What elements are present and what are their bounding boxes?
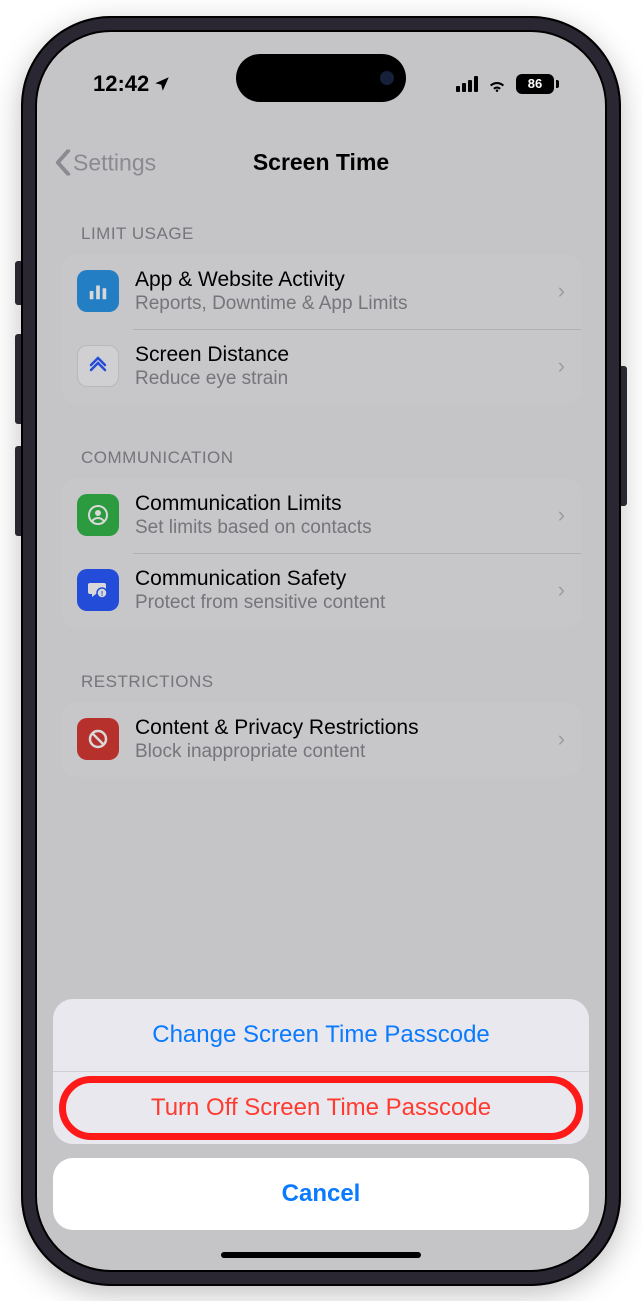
chevron-left-icon: [55, 150, 71, 176]
chevron-right-icon: ›: [558, 577, 565, 603]
page-title: Screen Time: [253, 149, 389, 176]
back-label: Settings: [73, 149, 156, 176]
location-icon: [153, 75, 171, 93]
row-screen-distance[interactable]: Screen Distance Reduce eye strain ›: [61, 329, 581, 404]
battery-indicator: 86: [516, 74, 559, 94]
row-title: App & Website Activity: [135, 268, 542, 292]
turn-off-label: Turn Off Screen Time Passcode: [151, 1094, 491, 1121]
cancel-button[interactable]: Cancel: [53, 1158, 589, 1230]
action-sheet: Change Screen Time Passcode Turn Off Scr…: [37, 999, 605, 1270]
battery-level: 86: [516, 74, 554, 94]
section-header-usage: LIMIT USAGE: [61, 224, 581, 254]
status-time: 12:42: [93, 71, 149, 97]
row-title: Communication Safety: [135, 567, 542, 591]
chevron-right-icon: ›: [558, 502, 565, 528]
section-usage: App & Website Activity Reports, Downtime…: [61, 254, 581, 404]
section-header-communication: COMMUNICATION: [61, 448, 581, 478]
back-button[interactable]: Settings: [55, 149, 156, 176]
row-subtitle: Set limits based on contacts: [135, 517, 542, 539]
row-content-restrictions[interactable]: Content & Privacy Restrictions Block ina…: [61, 702, 581, 777]
row-subtitle: Block inappropriate content: [135, 741, 542, 763]
row-app-activity[interactable]: App & Website Activity Reports, Downtime…: [61, 254, 581, 329]
section-header-restrictions: RESTRICTIONS: [61, 672, 581, 702]
volume-up: [15, 334, 21, 424]
svg-text:!: !: [101, 591, 103, 598]
no-entry-icon: [77, 718, 119, 760]
screen: 12:42 86 Settings Screen Time LIMIT U: [35, 30, 607, 1272]
row-subtitle: Protect from sensitive content: [135, 592, 542, 614]
ringer-switch: [15, 261, 21, 305]
row-title: Screen Distance: [135, 343, 542, 367]
home-indicator[interactable]: [221, 1252, 421, 1258]
distance-icon: [77, 345, 119, 387]
row-subtitle: Reports, Downtime & App Limits: [135, 293, 542, 315]
contact-icon: [77, 494, 119, 536]
chevron-right-icon: ›: [558, 278, 565, 304]
section-communication: Communication Limits Set limits based on…: [61, 478, 581, 628]
row-title: Content & Privacy Restrictions: [135, 716, 542, 740]
side-button: [621, 366, 627, 506]
volume-down: [15, 446, 21, 536]
row-title: Communication Limits: [135, 492, 542, 516]
change-passcode-button[interactable]: Change Screen Time Passcode: [53, 999, 589, 1071]
iphone-frame: 12:42 86 Settings Screen Time LIMIT U: [21, 16, 621, 1286]
cellular-icon: [456, 76, 478, 92]
row-subtitle: Reduce eye strain: [135, 368, 542, 390]
wifi-icon: [486, 76, 508, 92]
chart-icon: [77, 270, 119, 312]
navigation-bar: Settings Screen Time: [37, 132, 605, 194]
turn-off-passcode-button[interactable]: Turn Off Screen Time Passcode: [53, 1071, 589, 1144]
chevron-right-icon: ›: [558, 353, 565, 379]
dynamic-island: [236, 54, 406, 102]
chat-safety-icon: !: [77, 569, 119, 611]
chevron-right-icon: ›: [558, 726, 565, 752]
row-comm-limits[interactable]: Communication Limits Set limits based on…: [61, 478, 581, 553]
row-comm-safety[interactable]: ! Communication Safety Protect from sens…: [61, 553, 581, 628]
section-restrictions: Content & Privacy Restrictions Block ina…: [61, 702, 581, 777]
